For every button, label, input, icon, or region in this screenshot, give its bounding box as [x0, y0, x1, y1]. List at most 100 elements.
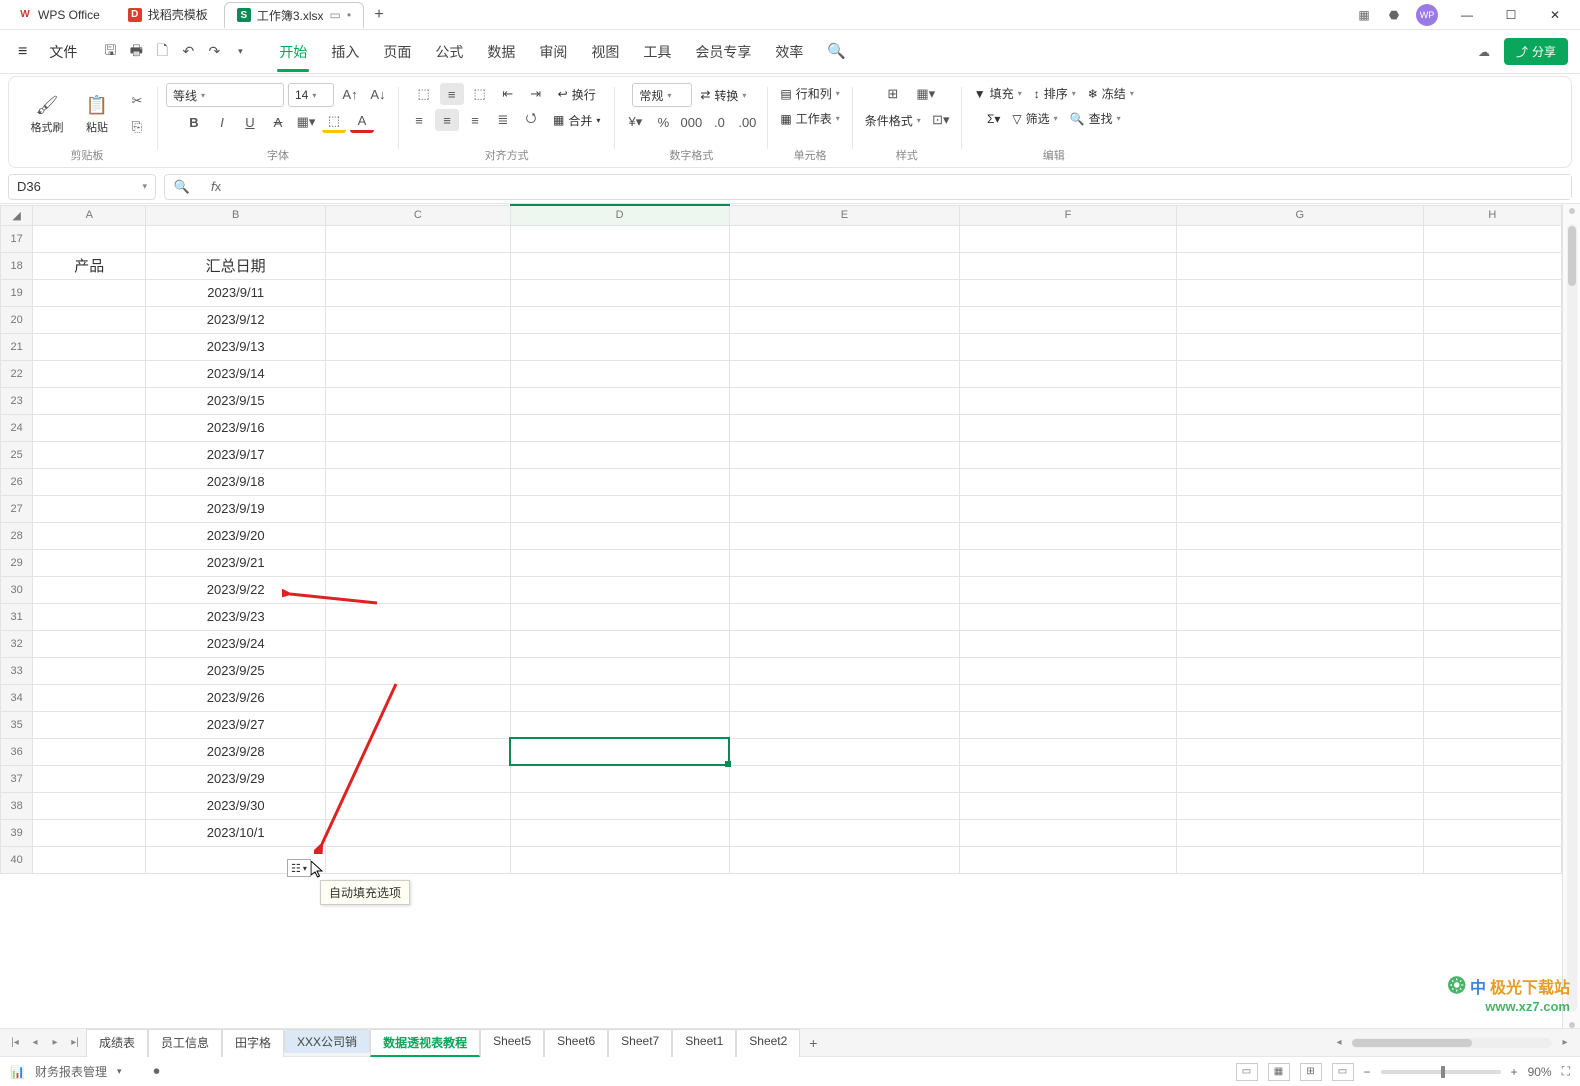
- cell[interactable]: [1423, 738, 1561, 765]
- col-header-D[interactable]: D: [510, 205, 729, 225]
- sheet-tab[interactable]: Sheet2: [736, 1029, 800, 1057]
- cell[interactable]: 2023/9/17: [146, 441, 326, 468]
- col-header-G[interactable]: G: [1176, 205, 1423, 225]
- cell[interactable]: 产品: [33, 252, 146, 279]
- cell[interactable]: [326, 711, 510, 738]
- cell[interactable]: [510, 441, 729, 468]
- tab-data[interactable]: 数据: [485, 32, 517, 72]
- spreadsheet-grid[interactable]: ◢ A B C D E F G H 1718产品汇总日期192023/9/112…: [0, 204, 1562, 874]
- table-style-button[interactable]: ▦▾: [914, 83, 938, 105]
- undo-icon[interactable]: ↶: [179, 43, 197, 61]
- tab-efficiency[interactable]: 效率: [773, 32, 805, 72]
- hscroll-thumb[interactable]: [1352, 1039, 1472, 1047]
- cell[interactable]: [326, 279, 510, 306]
- cell[interactable]: [1423, 765, 1561, 792]
- cell[interactable]: [960, 603, 1177, 630]
- cell[interactable]: [1176, 576, 1423, 603]
- tab-nav-last[interactable]: ▸|: [66, 1034, 84, 1052]
- autofill-options-button[interactable]: ☷▾: [287, 859, 311, 877]
- cell[interactable]: [729, 387, 960, 414]
- hscroll-left[interactable]: ◂: [1330, 1034, 1348, 1052]
- sheet-tab[interactable]: Sheet6: [544, 1029, 608, 1057]
- cell[interactable]: [1423, 711, 1561, 738]
- cell[interactable]: [326, 306, 510, 333]
- user-avatar[interactable]: WP: [1416, 4, 1438, 26]
- cell[interactable]: [510, 333, 729, 360]
- cell[interactable]: [33, 711, 146, 738]
- number-format-select[interactable]: 常规▾: [632, 83, 692, 107]
- row-header[interactable]: 27: [1, 495, 33, 522]
- orientation-button[interactable]: ⭯: [519, 109, 543, 131]
- cell[interactable]: [33, 684, 146, 711]
- cell[interactable]: [960, 522, 1177, 549]
- name-box[interactable]: D36 ▾: [8, 174, 156, 200]
- sheet-tab[interactable]: 数据透视表教程: [370, 1029, 480, 1057]
- cell[interactable]: [729, 414, 960, 441]
- cell[interactable]: [33, 549, 146, 576]
- cell[interactable]: [729, 684, 960, 711]
- increase-font-button[interactable]: A↑: [338, 83, 362, 105]
- cell[interactable]: 2023/9/28: [146, 738, 326, 765]
- workbook-mgmt-icon[interactable]: 📊: [10, 1065, 25, 1079]
- comma-button[interactable]: 000: [679, 111, 703, 133]
- cell[interactable]: [326, 738, 510, 765]
- cell[interactable]: [510, 468, 729, 495]
- cell[interactable]: [729, 441, 960, 468]
- cell[interactable]: [1176, 684, 1423, 711]
- cell[interactable]: [33, 765, 146, 792]
- cell[interactable]: [326, 360, 510, 387]
- row-header[interactable]: 29: [1, 549, 33, 576]
- cell[interactable]: [1176, 306, 1423, 333]
- share-button[interactable]: ⤴ 分享: [1504, 38, 1568, 65]
- sheet-tab[interactable]: XXX公司销: [284, 1029, 370, 1053]
- cell[interactable]: [960, 333, 1177, 360]
- cell[interactable]: [1423, 225, 1561, 252]
- zoom-level[interactable]: 90%: [1528, 1065, 1552, 1079]
- hscroll-right[interactable]: ▸: [1556, 1034, 1574, 1052]
- cell[interactable]: [1176, 792, 1423, 819]
- cell[interactable]: 2023/9/13: [146, 333, 326, 360]
- row-header[interactable]: 22: [1, 360, 33, 387]
- cell[interactable]: [729, 252, 960, 279]
- record-macro-icon[interactable]: ⏺: [154, 1064, 160, 1079]
- cell[interactable]: [510, 819, 729, 846]
- cell[interactable]: [510, 549, 729, 576]
- cell[interactable]: 2023/10/1: [146, 819, 326, 846]
- cell[interactable]: [1423, 468, 1561, 495]
- col-header-B[interactable]: B: [146, 205, 326, 225]
- cell[interactable]: 2023/9/18: [146, 468, 326, 495]
- row-header[interactable]: 24: [1, 414, 33, 441]
- font-family-select[interactable]: 等线▾: [166, 83, 284, 107]
- scroll-up-icon[interactable]: [1569, 208, 1575, 214]
- tab-nav-next[interactable]: ▸: [46, 1034, 64, 1052]
- cell[interactable]: [33, 846, 146, 873]
- cell[interactable]: [729, 846, 960, 873]
- cell[interactable]: [326, 819, 510, 846]
- tab-nav-prev[interactable]: ◂: [26, 1034, 44, 1052]
- cell[interactable]: [729, 792, 960, 819]
- row-header[interactable]: 19: [1, 279, 33, 306]
- cell[interactable]: [33, 630, 146, 657]
- sheet-tab[interactable]: 员工信息: [148, 1029, 222, 1057]
- cell[interactable]: [729, 576, 960, 603]
- cell[interactable]: [33, 792, 146, 819]
- cell[interactable]: [1176, 738, 1423, 765]
- fill-color-button[interactable]: ⬚: [322, 111, 346, 133]
- cell[interactable]: [729, 819, 960, 846]
- percent-button[interactable]: %: [651, 111, 675, 133]
- cell[interactable]: [326, 765, 510, 792]
- align-top-button[interactable]: ⬚: [412, 83, 436, 105]
- cell[interactable]: [1423, 684, 1561, 711]
- cell[interactable]: [960, 441, 1177, 468]
- cell[interactable]: [960, 360, 1177, 387]
- convert-button[interactable]: ⇄转换▾: [696, 83, 750, 107]
- cube-icon[interactable]: ⬣: [1386, 7, 1402, 23]
- tab-insert[interactable]: 插入: [329, 32, 361, 72]
- cell[interactable]: [960, 711, 1177, 738]
- cell[interactable]: [960, 495, 1177, 522]
- tab-view[interactable]: 视图: [589, 32, 621, 72]
- cell[interactable]: [326, 414, 510, 441]
- sort-button[interactable]: ↕排序▾: [1030, 83, 1080, 104]
- cell[interactable]: [33, 603, 146, 630]
- sum-button[interactable]: Σ▾: [983, 108, 1004, 129]
